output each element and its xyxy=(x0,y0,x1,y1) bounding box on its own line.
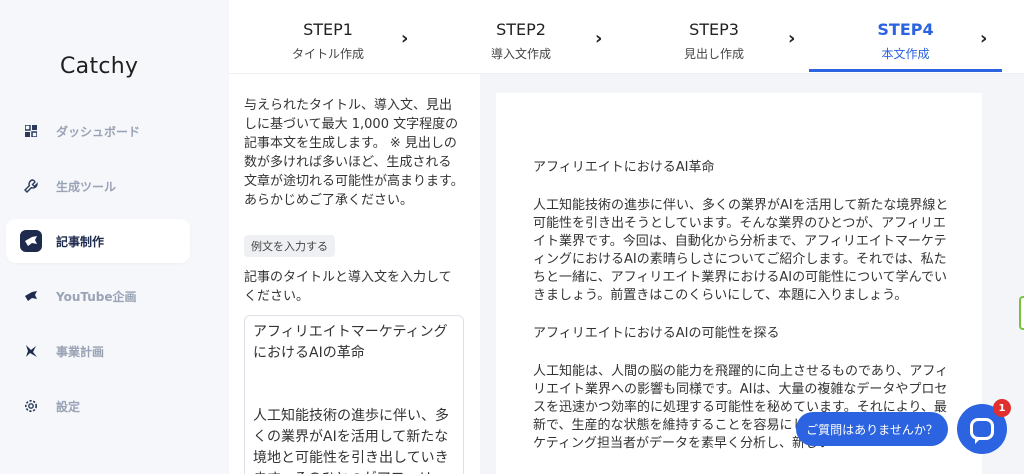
step-2[interactable]: STEP2 導入文作成 xyxy=(422,0,620,74)
ninja-icon xyxy=(20,285,42,307)
article-paragraph: 人工知能技術の進歩に伴い、多くの業界がAIを活用して新たな境界線と可能性を引き出… xyxy=(533,198,949,303)
step-label: 本文作成 xyxy=(881,47,930,61)
article-heading: アフィリエイトにおけるAIの可能性を探る xyxy=(533,326,780,341)
chat-prompt-bubble[interactable]: ご質問はありませんか？ xyxy=(796,412,948,446)
chevron-right-icon: › xyxy=(980,28,988,49)
step-3[interactable]: STEP3 見出し作成 xyxy=(615,0,813,74)
sidebar-item-label: YouTube企画 xyxy=(56,289,137,304)
app-logo[interactable]: Catchy xyxy=(60,54,138,79)
app-root: Catchy ダッシュボード 生成ツール 記事制作 YouTube企画 事業計画… xyxy=(0,0,1024,474)
sidebar-item-label: 記事制作 xyxy=(56,234,105,249)
sidebar-item-label: 設定 xyxy=(56,399,81,414)
step-1[interactable]: STEP1 タイトル作成 xyxy=(229,0,427,74)
step-label: タイトル作成 xyxy=(291,47,364,61)
wrench-icon xyxy=(20,175,42,197)
sidebar-item-dashboard[interactable]: ダッシュボード xyxy=(6,109,190,153)
side-feedback-tab[interactable] xyxy=(1019,296,1024,330)
chevron-right-icon: › xyxy=(401,28,409,49)
step-number: STEP2 xyxy=(496,20,546,39)
sidebar-item-label: 事業計画 xyxy=(56,344,105,359)
chevron-right-icon: › xyxy=(595,28,603,49)
sidebar-item-tools[interactable]: 生成ツール xyxy=(6,164,190,208)
insert-example-button[interactable]: 例文を入力する xyxy=(244,235,335,257)
step-navigation: STEP1 タイトル作成 › STEP2 導入文作成 › STEP3 見出し作成… xyxy=(229,0,1024,74)
textarea-title-text: アフィリエイトマーケティングにおけるAIの革命 xyxy=(253,324,448,361)
sidebar-item-label: 生成ツール xyxy=(56,179,117,194)
step-label: 導入文作成 xyxy=(490,47,551,61)
notification-badge: 1 xyxy=(993,399,1011,417)
sidebar-item-business-plan[interactable]: 事業計画 xyxy=(6,329,190,373)
sidebar-item-youtube[interactable]: YouTube企画 xyxy=(6,274,190,318)
sidebar-item-label: ダッシュボード xyxy=(56,124,141,139)
step-number: STEP1 xyxy=(303,20,353,39)
step-number: STEP3 xyxy=(689,20,739,39)
step-label: 見出し作成 xyxy=(683,47,744,61)
ninja-icon xyxy=(20,340,42,362)
sidebar: Catchy ダッシュボード 生成ツール 記事制作 YouTube企画 事業計画… xyxy=(0,0,229,474)
input-prompt-label: 記事のタイトルと導入文を入力してください。 xyxy=(244,270,452,304)
article-input-textarea[interactable]: アフィリエイトマーケティングにおけるAIの革命 人工知能技術の進歩に伴い、多くの… xyxy=(244,315,464,474)
sidebar-item-article[interactable]: 記事制作 xyxy=(6,219,190,263)
step-number: STEP4 xyxy=(877,20,934,39)
article-heading: アフィリエイトにおけるAI革命 xyxy=(533,160,715,175)
active-step-indicator xyxy=(809,69,1002,72)
textarea-body-text: 人工知能技術の進歩に伴い、多くの業界がAIを活用して新たな境地と可能性を引き出し… xyxy=(253,408,449,474)
chat-icon xyxy=(970,418,994,440)
sidebar-item-settings[interactable]: 設定 xyxy=(6,384,190,428)
instructions-text: 与えられたタイトル、導入文、見出しに基づいて最大 1,000 文字程度の記事本文… xyxy=(244,98,464,208)
chevron-right-icon: › xyxy=(788,28,796,49)
ninja-icon xyxy=(20,230,42,252)
gear-icon xyxy=(20,395,42,417)
dashboard-grid-icon xyxy=(20,120,42,142)
step-4[interactable]: STEP4 本文作成 xyxy=(809,0,1002,74)
